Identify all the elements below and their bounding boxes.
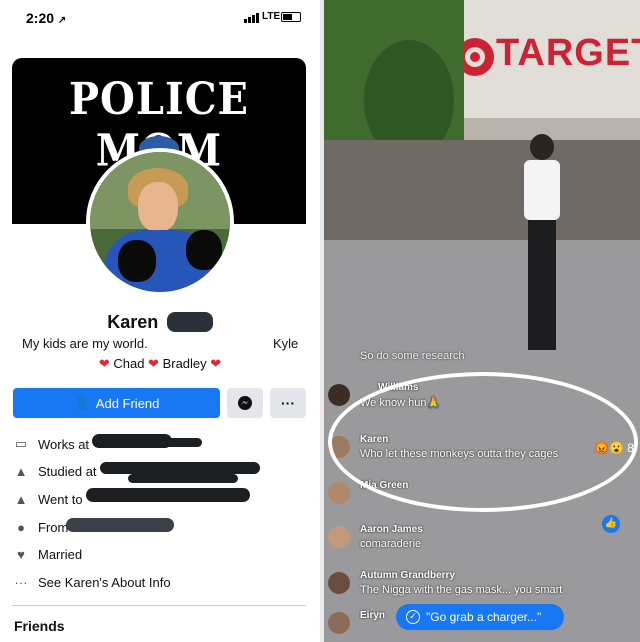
more-options-button[interactable]: ··· bbox=[270, 388, 306, 418]
heart-icon: ❤ bbox=[210, 356, 222, 371]
graduation-cap-icon: ▲ bbox=[14, 492, 28, 507]
check-icon: ✓ bbox=[406, 610, 420, 624]
add-friend-icon: 👤 bbox=[73, 395, 90, 410]
family-line: ❤ Chad ❤ Bradley ❤ bbox=[0, 356, 320, 372]
live-comment: Aaron James comaraderie bbox=[324, 522, 640, 562]
live-video-frame: TARGET So do some research Williams We k… bbox=[324, 0, 640, 642]
status-time: 2:20 ↗ bbox=[26, 10, 67, 26]
facebook-profile-screen: 2:20 ↗ LTE POLICE MOM Karen My kids are … bbox=[0, 0, 320, 642]
battery-icon bbox=[281, 12, 301, 22]
status-bar: 2:20 ↗ LTE bbox=[0, 0, 320, 36]
info-works: ▭ Works at bbox=[14, 436, 90, 452]
screenshot-collage: 2:20 ↗ LTE POLICE MOM Karen My kids are … bbox=[0, 0, 640, 642]
location-pin-icon: ● bbox=[17, 520, 25, 535]
face-redaction bbox=[118, 240, 156, 282]
briefcase-icon: ▭ bbox=[14, 436, 28, 451]
messenger-button[interactable] bbox=[227, 388, 263, 418]
family-member[interactable]: Chad bbox=[113, 356, 144, 371]
face-redaction bbox=[186, 230, 222, 270]
messenger-icon bbox=[238, 396, 252, 410]
info-went: ▲ Went to bbox=[14, 492, 83, 507]
signal-icon bbox=[244, 13, 259, 23]
name-redaction bbox=[166, 312, 213, 332]
more-dots-icon: ··· bbox=[14, 575, 28, 590]
info-studied: ▲ Studied at bbox=[14, 464, 97, 479]
friends-heading: Friends bbox=[14, 618, 65, 634]
live-comment: Autumn Grandberry The Nigga with the gas… bbox=[324, 568, 640, 608]
store-sign: TARGET bbox=[496, 32, 640, 74]
bio-overflow-name: Kyle bbox=[273, 336, 299, 351]
info-relationship: ♥ Married bbox=[14, 547, 82, 562]
graduation-cap-icon: ▲ bbox=[14, 464, 28, 479]
network-label: LTE bbox=[262, 11, 281, 22]
section-divider bbox=[12, 605, 306, 606]
man-with-raised-arms bbox=[520, 120, 562, 360]
heart-icon: ♥ bbox=[17, 547, 25, 562]
like-icon: 👍 bbox=[602, 515, 620, 533]
heart-icon: ❤ bbox=[148, 356, 159, 371]
family-member[interactable]: Bradley bbox=[163, 356, 207, 371]
live-comment-pill[interactable]: ✓ "Go grab a charger..." bbox=[396, 604, 564, 630]
add-friend-button[interactable]: 👤 Add Friend bbox=[13, 388, 220, 418]
highlight-circle bbox=[328, 372, 638, 512]
profile-bio: My kids are my world. bbox=[22, 336, 148, 351]
heart-icon: ❤ bbox=[98, 356, 110, 371]
profile-avatar[interactable] bbox=[86, 148, 234, 296]
crowd bbox=[324, 140, 640, 240]
info-from: ● From bbox=[14, 520, 68, 535]
profile-name-row: Karen bbox=[0, 312, 320, 333]
see-about-link[interactable]: ··· See Karen's About Info bbox=[14, 575, 171, 590]
profile-name: Karen bbox=[107, 312, 159, 332]
